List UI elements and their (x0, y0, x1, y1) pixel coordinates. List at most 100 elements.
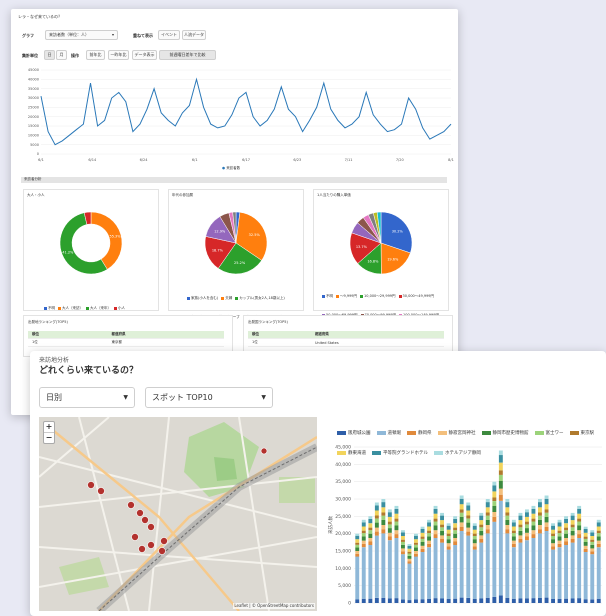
legend-item[interactable]: 小人 (114, 306, 125, 311)
bar-segment (538, 515, 542, 520)
bar-segment (368, 538, 373, 542)
two-years-button[interactable]: 一昨年比 (108, 50, 129, 60)
bar-segment (368, 533, 373, 538)
legend-item[interactable]: 静岡県 (407, 430, 432, 436)
zoom-in-button[interactable]: + (44, 422, 54, 433)
legend-item[interactable]: カップル(男女2人,18歳以上) (235, 296, 285, 301)
compare-week-button[interactable]: 前週曜日差年で比較 (159, 50, 216, 60)
legend-item[interactable]: 道頓堀 (376, 430, 401, 436)
legend-item[interactable]: 阪府城公園 (337, 430, 371, 436)
legend-item[interactable]: 静岡市歴史博物館 (481, 430, 529, 436)
spot-select[interactable]: スポット TOP10 ▼ (145, 387, 273, 408)
table-row: 1位 東京都 (28, 338, 224, 347)
legend-item[interactable]: 不明 (44, 306, 55, 311)
bar-segment (472, 549, 477, 599)
bar-segment (446, 525, 451, 530)
bar-segment (414, 547, 418, 551)
bar-segment (564, 544, 568, 599)
bar-segment (407, 551, 412, 554)
zoom-out-button[interactable]: − (44, 433, 54, 443)
series-line (40, 77, 452, 146)
rank-header: 順位 (248, 331, 311, 339)
legend-item[interactable]: 家族(小人を含む) (187, 296, 218, 301)
bar-segment (544, 517, 549, 523)
bar-segment (577, 518, 582, 522)
data-view-button[interactable]: データ表示 (132, 50, 157, 60)
period-month-button[interactable]: 月 (56, 50, 67, 60)
bar-segment (492, 485, 497, 492)
bar-segment (570, 539, 575, 543)
bar-segment (551, 539, 555, 544)
bar-segment (374, 531, 379, 536)
bar-segment (583, 529, 588, 533)
rank-header: 順位 (28, 331, 108, 339)
event-button[interactable]: イベント (158, 30, 180, 40)
period-select[interactable]: 日別 ▼ (39, 387, 135, 408)
y-tick-label: 0 (348, 601, 351, 607)
bar-segment (498, 474, 503, 481)
bar-segment (355, 535, 360, 540)
people-flow-button[interactable]: 人流データ (182, 30, 206, 40)
bar-segment (479, 527, 484, 531)
bar-segment (381, 519, 386, 525)
bar-segment (361, 540, 366, 544)
legend-item[interactable]: 静寂宮岡神社 (437, 430, 476, 436)
legend-item[interactable]: 東京駅 (569, 430, 594, 436)
bar-segment (433, 530, 438, 535)
bar-segment (453, 523, 458, 528)
bar-segment (453, 533, 458, 538)
bar-segment (459, 531, 464, 598)
period-day-button[interactable]: 日 (44, 50, 55, 60)
bar-segment (511, 547, 516, 599)
bar-segment (394, 505, 399, 509)
bar-segment (361, 530, 366, 534)
bar-segment (361, 598, 366, 603)
bar-segment (525, 528, 529, 533)
map[interactable]: + − Leaflet | © OpenStreetMap contributo… (39, 417, 317, 611)
legend-item[interactable]: 不明 (322, 294, 333, 299)
bar-segment (544, 495, 549, 499)
bar-segment (570, 598, 575, 603)
bar-segment (583, 551, 588, 600)
bar-segment (414, 539, 418, 543)
table-row: 1位 United States (248, 338, 444, 347)
pie-value-label: 13.7% (356, 245, 368, 249)
pie-value-label: 16.8% (367, 259, 379, 263)
bar-segment (466, 518, 471, 523)
graph-label: グラフ (22, 33, 34, 38)
pie3-title: 1人当たりの購入単価 (317, 193, 351, 197)
bar-segment (387, 524, 392, 529)
bar-segment (355, 599, 360, 603)
bar-segment (551, 546, 555, 550)
line-legend-label: 来訪者数 (226, 166, 241, 170)
prev-year-button[interactable]: 前年比 (86, 50, 105, 60)
bar-segment (551, 549, 555, 599)
bar-segment (472, 529, 477, 534)
bar-segment (518, 527, 523, 531)
legend-item[interactable]: 30,000〜49,999円 (398, 294, 434, 299)
section-title: 来訪者分析 (24, 177, 42, 181)
legend-item[interactable]: 大人（来年） (86, 306, 111, 311)
bar-segment (433, 525, 438, 531)
bar-segment (407, 600, 412, 603)
bar-segment (381, 499, 386, 503)
bar-segment (453, 544, 458, 599)
bar-segment (525, 598, 529, 603)
bar-segment (466, 505, 471, 511)
bar-segment (498, 595, 503, 603)
legend-item[interactable]: 夫婦 (221, 296, 232, 301)
bar-segment (596, 598, 601, 603)
bar-segment (414, 556, 418, 600)
bar-segment (505, 597, 510, 603)
bar-segment (498, 488, 503, 495)
legend-item[interactable]: 大人（来訪） (58, 306, 83, 311)
bar-segment (459, 597, 464, 603)
bar-segment (531, 534, 536, 538)
legend-item[interactable]: 10,000〜29,999円 (360, 294, 396, 299)
graph-select[interactable]: 来訪者数（単位：人） ▾ (45, 30, 118, 40)
bar-segment (472, 543, 477, 547)
legend-item[interactable]: 富士ワー (534, 430, 564, 436)
bar-segment (394, 534, 399, 538)
legend-item[interactable]: 〜9,999円 (336, 294, 357, 299)
bar-segment (525, 516, 529, 522)
